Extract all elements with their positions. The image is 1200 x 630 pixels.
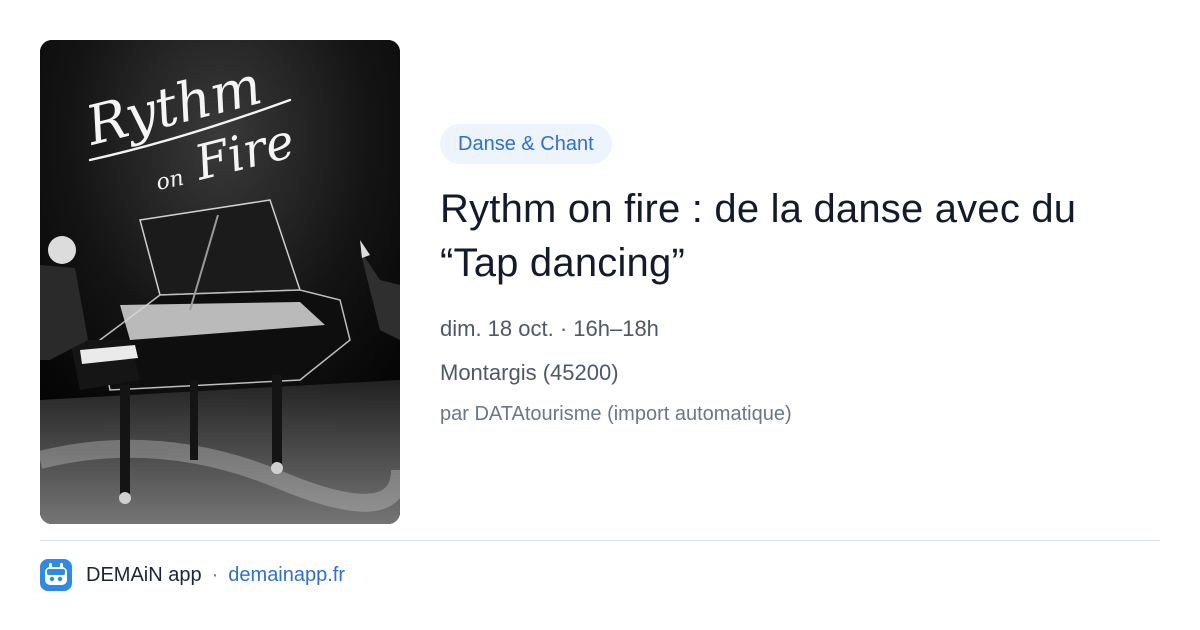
footer: DEMAiN app · demainapp.fr bbox=[40, 558, 345, 592]
event-title[interactable]: Rythm on fire : de la danse avec du “Tap… bbox=[440, 182, 1160, 290]
footer-separator: · bbox=[211, 563, 219, 586]
event-location: Montargis (45200) bbox=[440, 360, 619, 385]
event-source: par DATAtourisme (import automatique) bbox=[440, 403, 792, 425]
event-image[interactable]: Rythm on Fire bbox=[40, 40, 400, 524]
event-datetime: dim. 18 oct. · 16h–18h bbox=[440, 316, 659, 341]
footer-divider bbox=[40, 540, 1160, 541]
app-name: DEMAiN app bbox=[86, 563, 202, 586]
app-website-link[interactable]: demainapp.fr bbox=[228, 564, 345, 587]
category-badge[interactable]: Danse & Chant bbox=[440, 124, 612, 164]
event-info: Danse & Chant Rythm on fire : de la dans… bbox=[440, 124, 1160, 428]
demain-app-icon[interactable] bbox=[40, 559, 72, 591]
